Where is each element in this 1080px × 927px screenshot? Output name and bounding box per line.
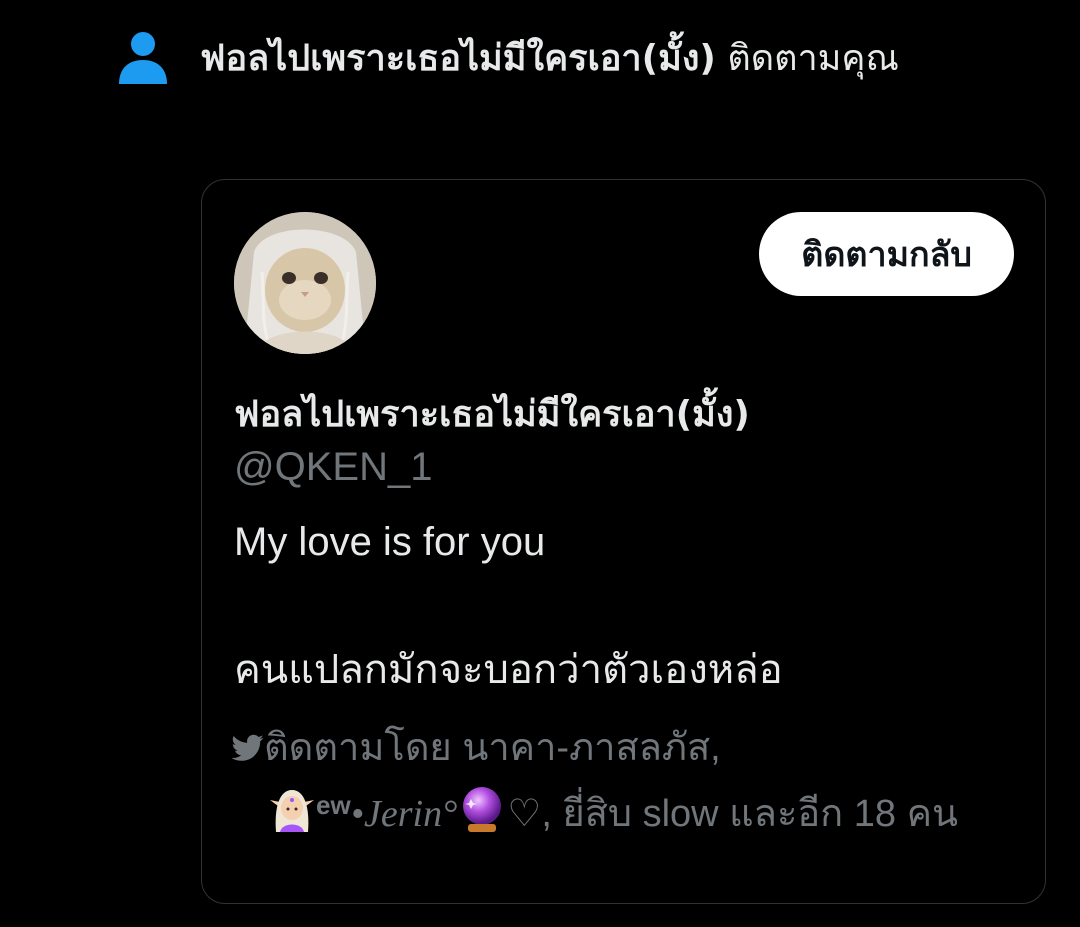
followed-by: ติดตามโดย นาคา-ภาสลภัส, ew•Jerin° ♡, ยี่… — [232, 720, 1022, 843]
action-text: ติดตามคุณ — [727, 38, 899, 79]
follow-back-button[interactable]: ติดตามกลับ — [759, 212, 1014, 296]
followed-by-suffix: และอีก 18 คน — [729, 793, 958, 835]
user-card[interactable]: ติดตามกลับ ฟอลไปเพราะเธอไม่มีใครเอา(มั้ง… — [201, 179, 1046, 904]
person-icon — [119, 32, 167, 84]
twitter-bird-icon — [232, 734, 264, 761]
bio-line-3: คนแปลกมักจะบอกว่าตัวเองหล่อ — [234, 648, 783, 692]
followed-by-prefix: ติดตามโดย — [264, 727, 452, 769]
follower-3-name[interactable]: ยี่สิบ slow — [562, 793, 718, 835]
follower-2-name[interactable]: •Jerin° — [351, 793, 458, 835]
bio-line-2 — [234, 574, 1014, 638]
actor-name[interactable]: ฟอลไปเพราะเธอไม่มีใครเอา(มั้ง) — [200, 38, 716, 79]
crystal-ball-emoji — [463, 787, 502, 832]
follower-1-name[interactable]: นาคา-ภาสลภัส, — [462, 727, 720, 769]
user-bio: My love is for you คนแปลกมักจะบอกว่าตัวเ… — [234, 510, 1014, 702]
follower-2-sup[interactable]: ew — [316, 790, 351, 820]
cat-avatar-icon[interactable] — [234, 212, 376, 354]
display-name[interactable]: ฟอลไปเพราะเธอไม่มีใครเอา(มั้ง) — [234, 385, 750, 442]
user-handle[interactable]: @QKEN_1 — [234, 445, 432, 490]
follower-2-heart: ♡, — [507, 793, 552, 835]
notification-headline: ฟอลไปเพราะเธอไม่มีใครเอา(มั้ง) ติดตามคุณ — [200, 30, 1050, 88]
bio-line-1: My love is for you — [234, 520, 546, 564]
elf-emoji — [270, 790, 314, 832]
